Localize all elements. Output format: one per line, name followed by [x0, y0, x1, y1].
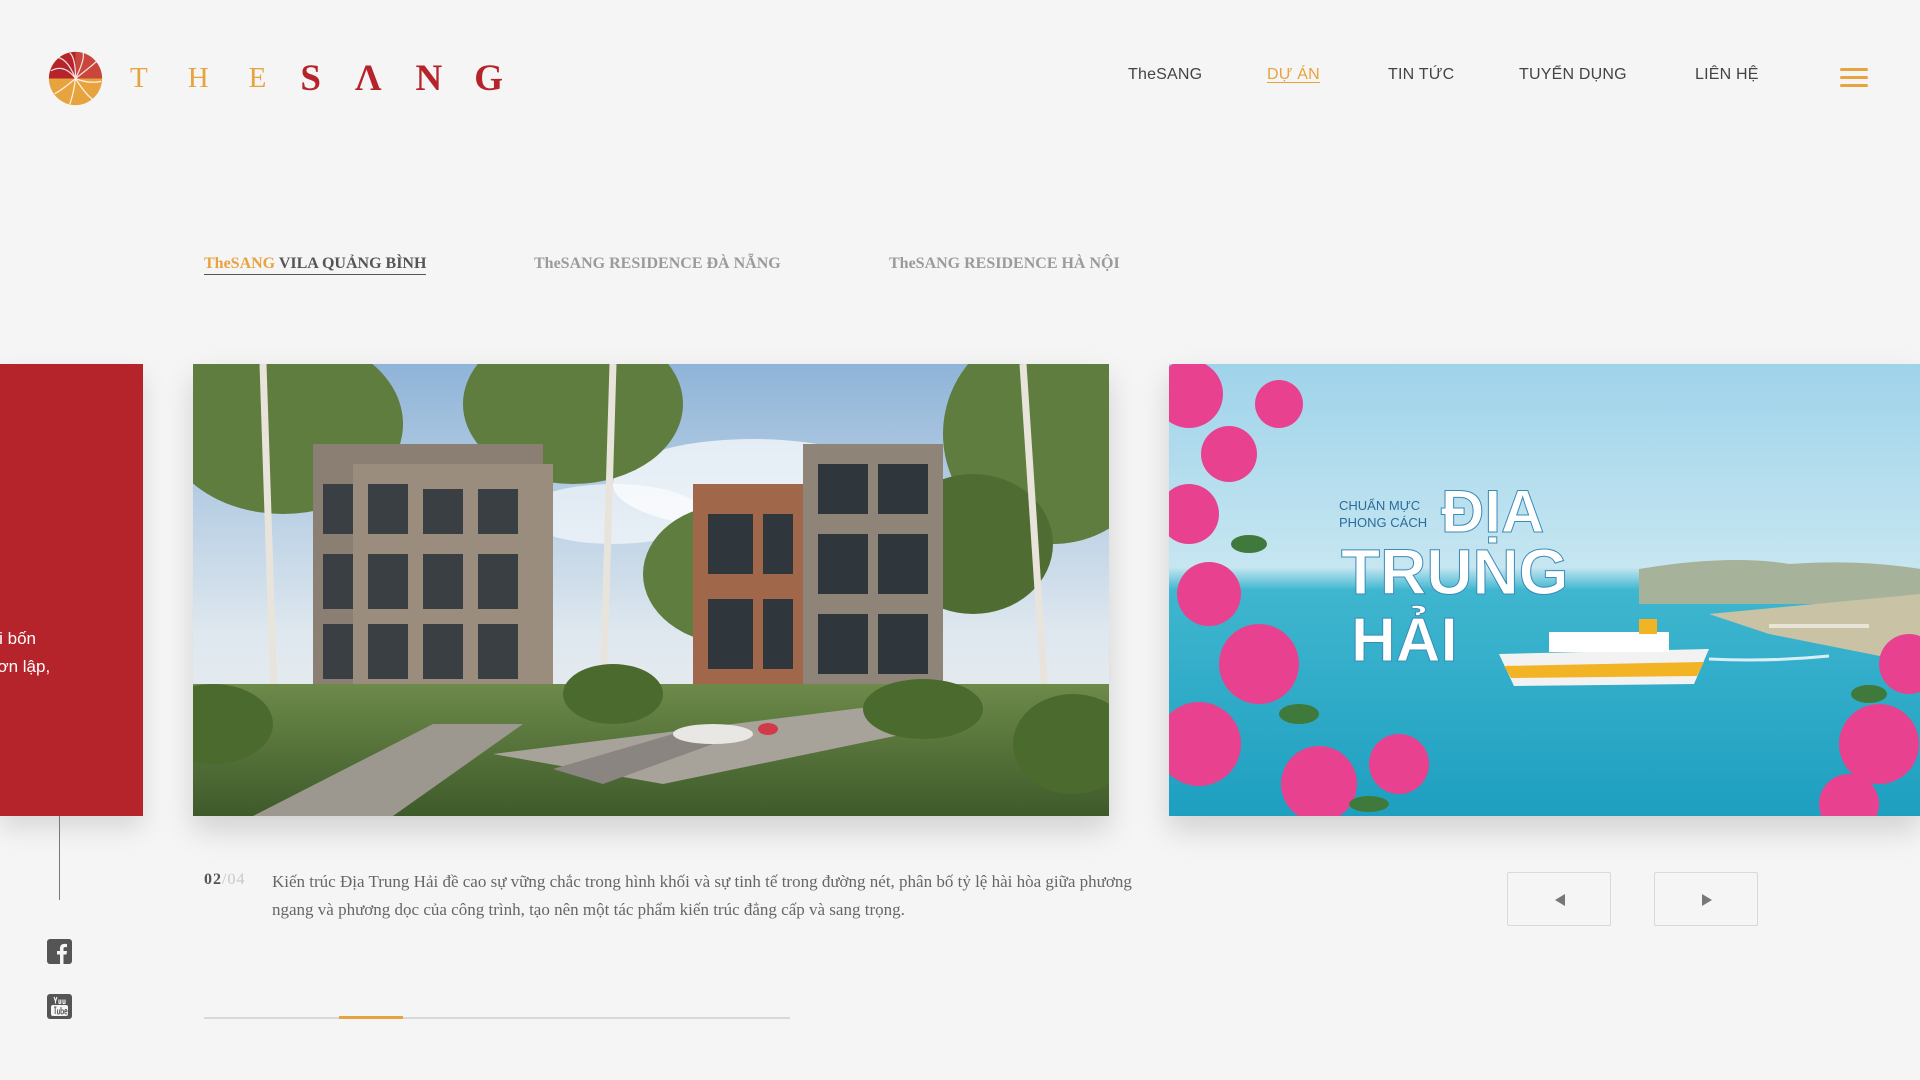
facebook-icon[interactable]: [47, 939, 72, 964]
main-nav: TheSANG DỰ ÁN TIN TỨC TUYỂN DỤNG LIÊN HỆ: [0, 66, 1920, 90]
next-slide-big-text: HẢI: [1351, 606, 1458, 675]
next-slide-image[interactable]: CHUẨN MỰC PHONG CÁCH ĐỊA TRUNG HẢI: [1169, 364, 1920, 816]
divider-line: [59, 816, 60, 900]
prev-slide-text: ới bốn đơn lập,: [0, 625, 143, 681]
next-slide-small-text: PHONG CÁCH: [1339, 515, 1427, 530]
slide-progress-bar: [204, 1016, 790, 1019]
main-slide-image[interactable]: [193, 364, 1109, 816]
tab-vila-quang-binh[interactable]: TheSANG VILA QUẢNG BÌNH: [204, 255, 427, 275]
tab-label: VILA QUẢNG BÌNH: [275, 255, 427, 272]
tab-residence-ha-noi[interactable]: TheSANG RESIDENCE HÀ NỘI: [889, 255, 1120, 273]
nav-item-lien-he[interactable]: LIÊN HỆ: [1695, 66, 1759, 84]
slide-counter-total: /04: [222, 871, 246, 888]
slide-description: Kiến trúc Địa Trung Hải đề cao sự vững c…: [272, 872, 1132, 919]
next-slide-big-text: TRUNG: [1341, 536, 1569, 608]
mediterranean-illustration: CHUẨN MỰC PHONG CÁCH ĐỊA TRUNG HẢI: [1169, 364, 1920, 816]
nav-item-tuyen-dung[interactable]: TUYỂN DỤNG: [1519, 66, 1627, 84]
hamburger-icon[interactable]: [1840, 68, 1868, 88]
nav-item-thesang[interactable]: TheSANG: [1128, 66, 1202, 84]
project-tabs: TheSANG VILA QUẢNG BÌNH TheSANG RESIDENC…: [0, 255, 1920, 279]
prev-slide-button[interactable]: [1507, 872, 1611, 926]
slide-progress-fill: [338, 1016, 404, 1019]
tab-brand: TheSANG: [204, 255, 276, 272]
villa-illustration: [193, 364, 1109, 816]
prev-slide-text-line: đơn lập,: [0, 657, 51, 676]
prev-slide-panel[interactable]: ới bốn đơn lập,: [0, 364, 143, 816]
triangle-right-icon: [1702, 894, 1712, 906]
triangle-left-icon: [1555, 894, 1565, 906]
nav-item-du-an[interactable]: DỰ ÁN: [1267, 66, 1320, 84]
nav-item-tin-tuc[interactable]: TIN TỨC: [1388, 66, 1454, 84]
slide-counter-current: 02: [204, 871, 222, 888]
tab-residence-da-nang[interactable]: TheSANG RESIDENCE ĐÀ NẴNG: [534, 255, 781, 273]
slide-caption: 02/04 Kiến trúc Địa Trung Hải đề cao sự …: [204, 868, 1144, 928]
youtube-icon[interactable]: [47, 994, 72, 1019]
slide-counter: 02/04: [204, 871, 245, 889]
next-slide-big-text: ĐỊA: [1441, 478, 1544, 545]
next-slide-button[interactable]: [1654, 872, 1758, 926]
prev-slide-text-line: ới bốn: [0, 629, 37, 648]
next-slide-small-text: CHUẨN MỰC: [1339, 498, 1420, 513]
